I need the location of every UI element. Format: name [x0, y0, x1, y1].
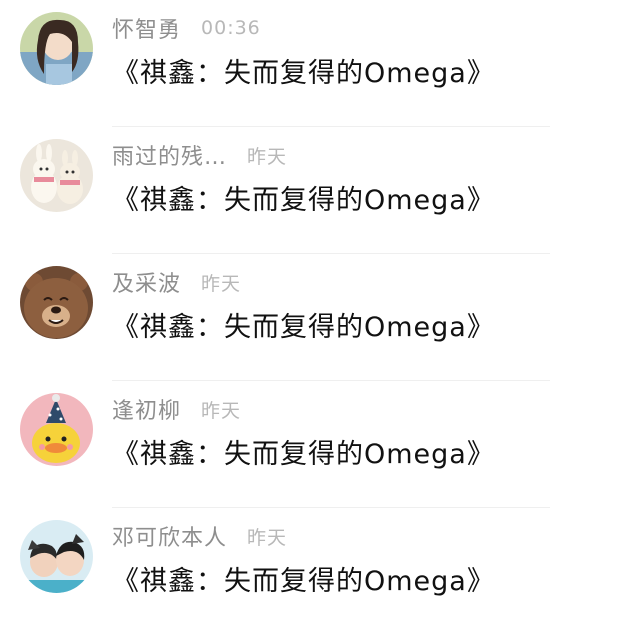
photo-avatar-icon [20, 12, 93, 85]
comment-row[interactable]: 怀智勇 00:36 《祺鑫：失而复得的Omega》 [0, 0, 640, 127]
avatar[interactable] [20, 12, 93, 85]
username[interactable]: 及采波 [112, 266, 181, 298]
comment-text: 《祺鑫：失而复得的Omega》 [112, 566, 495, 597]
username[interactable]: 逢初柳 [112, 393, 181, 425]
timestamp: 昨天 [247, 145, 288, 168]
avatar[interactable] [20, 139, 93, 212]
avatar[interactable] [20, 520, 93, 593]
cartoon-bear-avatar-icon [20, 266, 93, 339]
avatar[interactable] [20, 266, 93, 339]
comment-meta: 及采波 昨天 [112, 266, 241, 298]
plush-bunnies-avatar-icon [20, 139, 93, 212]
timestamp: 昨天 [201, 272, 242, 295]
username[interactable]: 邓可欣本人 [112, 520, 227, 552]
username[interactable]: 怀智勇 [112, 12, 181, 44]
timestamp: 昨天 [201, 399, 242, 422]
timestamp: 00:36 [201, 17, 261, 39]
comment-text: 《祺鑫：失而复得的Omega》 [112, 312, 495, 343]
comment-row[interactable]: 逢初柳 昨天 《祺鑫：失而复得的Omega》 [0, 381, 640, 508]
comment-text: 《祺鑫：失而复得的Omega》 [112, 58, 495, 89]
kids-photo-avatar-icon [20, 520, 93, 593]
comment-text: 《祺鑫：失而复得的Omega》 [112, 439, 495, 470]
comment-row[interactable]: 邓可欣本人 昨天 《祺鑫：失而复得的Omega》 [0, 508, 640, 635]
username[interactable]: 雨过的残… [112, 139, 227, 171]
comment-text: 《祺鑫：失而复得的Omega》 [112, 185, 495, 216]
yellow-duck-avatar-icon [20, 393, 93, 466]
comment-list: 怀智勇 00:36 《祺鑫：失而复得的Omega》 雨过的残… 昨天 《祺鑫：失… [0, 0, 640, 623]
comment-meta: 逢初柳 昨天 [112, 393, 241, 425]
timestamp: 昨天 [247, 526, 288, 549]
avatar[interactable] [20, 393, 93, 466]
comment-row[interactable]: 雨过的残… 昨天 《祺鑫：失而复得的Omega》 [0, 127, 640, 254]
comment-meta: 雨过的残… 昨天 [112, 139, 287, 171]
comment-meta: 怀智勇 00:36 [112, 12, 261, 44]
comment-row[interactable]: 及采波 昨天 《祺鑫：失而复得的Omega》 [0, 254, 640, 381]
comment-meta: 邓可欣本人 昨天 [112, 520, 287, 552]
